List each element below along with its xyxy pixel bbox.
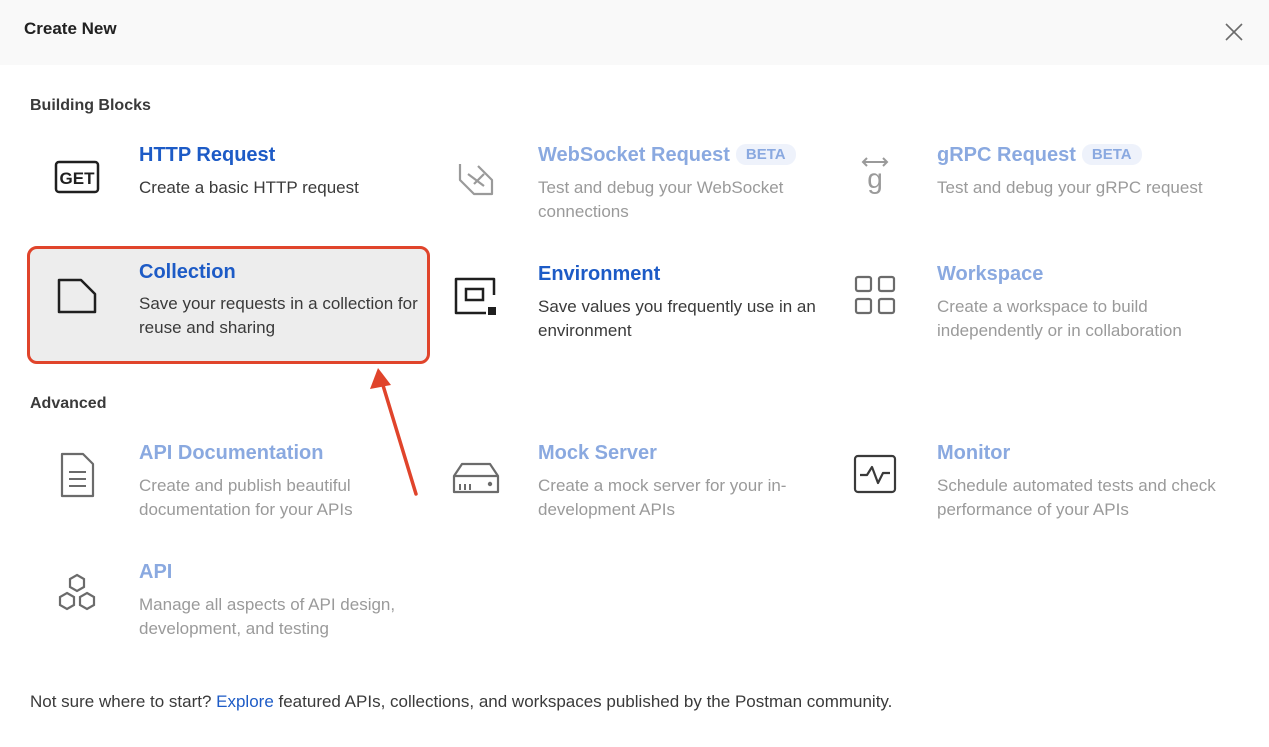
workspace-title: Workspace xyxy=(937,263,1044,285)
collection-title: Collection xyxy=(139,261,236,283)
environment-option[interactable]: Environment Save values you frequently u… xyxy=(426,255,822,363)
grpc-request-option[interactable]: g gRPC Request BETA Test and debug your g… xyxy=(825,136,1221,244)
workspace-desc: Create a workspace to build independentl… xyxy=(937,297,1182,340)
beta-badge: BETA xyxy=(735,144,796,165)
mock-server-title: Mock Server xyxy=(538,442,657,464)
websocket-icon xyxy=(450,150,502,202)
explore-link[interactable]: Explore xyxy=(216,692,274,711)
monitor-title: Monitor xyxy=(937,442,1011,464)
grpc-request-desc: Test and debug your gRPC request xyxy=(937,178,1203,197)
api-documentation-title: API Documentation xyxy=(139,442,324,464)
grpc-request-title: gRPC Request BETA xyxy=(937,144,1142,167)
close-icon[interactable] xyxy=(1218,16,1250,48)
footer-text: Not sure where to start? Explore feature… xyxy=(30,692,892,712)
svg-text:g: g xyxy=(867,163,883,194)
http-request-option[interactable]: GET HTTP Request Create a basic HTTP req… xyxy=(27,136,423,244)
api-title: API xyxy=(139,561,173,583)
section-building-blocks: Building Blocks xyxy=(30,97,151,114)
get-icon: GET xyxy=(51,150,103,202)
monitor-icon xyxy=(849,448,901,500)
websocket-request-desc: Test and debug your WebSocket connection… xyxy=(538,178,784,221)
svg-text:GET: GET xyxy=(60,169,96,188)
websocket-request-title: WebSocket Request BETA xyxy=(538,144,796,167)
hexagons-icon xyxy=(51,567,103,619)
dialog-header: Create New xyxy=(0,0,1269,65)
dialog-title: Create New xyxy=(24,19,117,38)
section-advanced: Advanced xyxy=(30,395,107,412)
http-request-desc: Create a basic HTTP request xyxy=(139,178,359,197)
api-desc: Manage all aspects of API design, develo… xyxy=(139,595,396,638)
collection-desc: Save your requests in a collection for r… xyxy=(139,294,418,337)
workspace-option[interactable]: Workspace Create a workspace to build in… xyxy=(825,255,1221,363)
monitor-desc: Schedule automated tests and check perfo… xyxy=(937,476,1216,519)
environment-icon xyxy=(450,269,502,321)
mock-server-desc: Create a mock server for your in-develop… xyxy=(538,476,787,519)
server-icon xyxy=(450,448,502,500)
close-button[interactable] xyxy=(1218,16,1250,48)
monitor-option[interactable]: Monitor Schedule automated tests and che… xyxy=(825,434,1221,542)
workspace-icon xyxy=(849,269,901,321)
footer-suffix: featured APIs, collections, and workspac… xyxy=(273,692,893,711)
websocket-request-option[interactable]: WebSocket Request BETA Test and debug you… xyxy=(426,136,822,244)
grpc-icon: g xyxy=(849,150,901,202)
environment-title: Environment xyxy=(538,263,661,285)
api-documentation-option[interactable]: API Documentation Create and publish bea… xyxy=(27,434,423,542)
mock-server-option[interactable]: Mock Server Create a mock server for you… xyxy=(426,434,822,542)
document-icon xyxy=(51,448,103,500)
api-option[interactable]: API Manage all aspects of API design, de… xyxy=(27,553,423,661)
collection-option[interactable]: Collection Save your requests in a colle… xyxy=(27,246,430,364)
footer-prefix: Not sure where to start? xyxy=(30,692,217,711)
collection-icon xyxy=(51,270,103,322)
beta-badge: BETA xyxy=(1081,144,1142,165)
environment-desc: Save values you frequently use in an env… xyxy=(538,297,816,340)
api-documentation-desc: Create and publish beautiful documentati… xyxy=(139,476,353,519)
http-request-title: HTTP Request xyxy=(139,144,276,166)
